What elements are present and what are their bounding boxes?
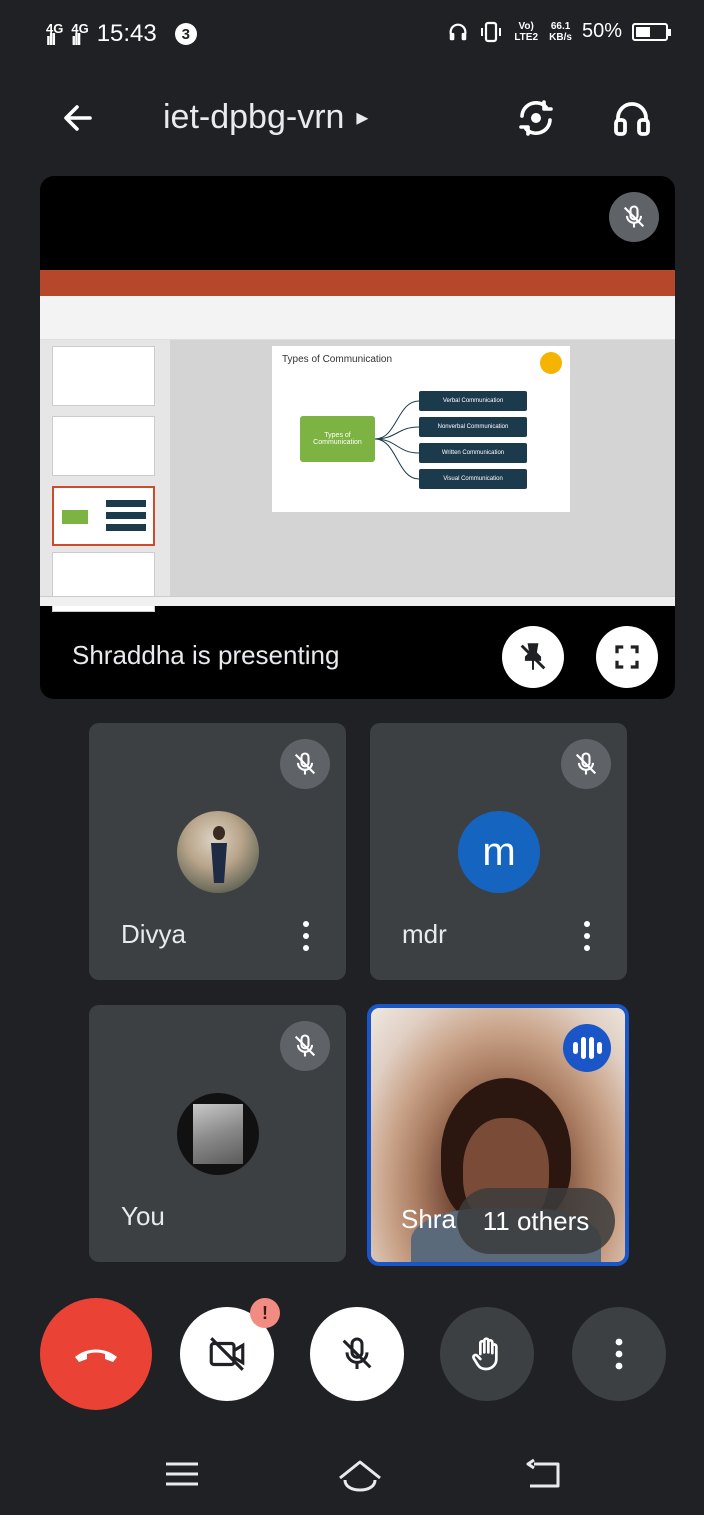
clock: 15:43 [96, 20, 157, 47]
battery-icon [632, 22, 671, 41]
thumb-slide [52, 416, 155, 476]
slide: Types of Communication Types of Communic… [272, 346, 570, 512]
presenting-label: Shraddha is presenting [72, 640, 340, 670]
thumb-slide-active [52, 486, 155, 546]
participant-tile-you[interactable]: You [89, 1005, 346, 1262]
speaking-indicator-icon [563, 1024, 611, 1072]
others-count-button[interactable]: 11 others [457, 1188, 615, 1254]
end-call-button[interactable] [40, 1298, 152, 1410]
ppt-slide-thumbnails [40, 340, 170, 612]
meeting-title[interactable]: iet-dpbg-vrn ▸ [163, 98, 368, 137]
status-right: Vo) LTE2 66.1 KB/s 50% [447, 20, 671, 43]
slide-branch-node: Nonverbal Communication [419, 417, 527, 437]
raise-hand-button[interactable] [440, 1307, 534, 1401]
more-vert-icon [615, 1338, 623, 1370]
unpin-button[interactable] [502, 626, 564, 688]
slide-branch-node: Written Communication [419, 443, 527, 463]
battery-percent: 50% [581, 20, 622, 42]
network-speed: 66.1 KB/s [549, 20, 572, 43]
camera-off-icon [209, 1337, 245, 1371]
volte-indicator: Vo) LTE2 [514, 20, 539, 43]
vibrate-icon [481, 21, 502, 42]
status-left: 4G ıll 4G ıll 15:43 3 [46, 20, 197, 48]
participant-options-button[interactable] [577, 917, 597, 955]
presentation-tile[interactable]: Types of Communication Types of Communic… [40, 176, 675, 699]
ppt-titlebar [40, 270, 675, 284]
unpin-icon [520, 643, 546, 670]
fullscreen-button[interactable] [596, 626, 658, 688]
fullscreen-icon [615, 645, 639, 669]
audio-output-headphones-icon[interactable] [610, 96, 654, 140]
mic-off-icon [294, 1034, 316, 1057]
raise-hand-icon [472, 1337, 498, 1371]
mic-off-icon [342, 1337, 372, 1369]
thumb-slide [52, 346, 155, 406]
battery-fill [636, 26, 650, 37]
recent-apps-icon[interactable] [158, 1454, 206, 1494]
more-options-button[interactable] [572, 1307, 666, 1401]
slide-center-node: Types of Communication [300, 416, 375, 462]
ppt-ribbon [40, 296, 675, 340]
end-call-icon [75, 1349, 117, 1362]
participant-options-button[interactable] [296, 917, 316, 955]
participant-name: Divya [121, 919, 187, 949]
mic-off-icon [575, 752, 597, 775]
presenter-mic-off-indicator [609, 192, 659, 242]
participant-mic-off-indicator [280, 739, 330, 789]
camera-warning-badge: ! [250, 1298, 280, 1328]
participant-mic-off-indicator [561, 739, 611, 789]
ppt-ribbon-tabs [40, 284, 675, 296]
slide-branch-node: Verbal Communication [419, 391, 527, 411]
signal-icon-2: 4G ıll [71, 20, 89, 49]
shared-screen: Types of Communication Types of Communic… [40, 270, 675, 612]
mic-off-icon [294, 752, 316, 775]
slide-branch-node: Visual Communication [419, 469, 527, 489]
signal-icon-1: 4G ıll [46, 20, 64, 49]
mic-toggle-button[interactable] [310, 1307, 404, 1401]
participant-tile-mdr[interactable]: m mdr [370, 723, 627, 980]
avatar [177, 1093, 259, 1175]
switch-camera-icon[interactable] [514, 96, 558, 140]
avatar [177, 811, 259, 893]
expand-arrow-icon: ▸ [356, 104, 369, 131]
avatar: m [458, 811, 540, 893]
participant-tile-divya[interactable]: Divya [89, 723, 346, 980]
participant-name: mdr [402, 919, 447, 949]
participant-name: You [121, 1201, 165, 1231]
notification-badge: 3 [174, 23, 197, 45]
meeting-header: iet-dpbg-vrn ▸ [0, 80, 704, 160]
avatar-initial: m [482, 829, 516, 874]
status-bar: 4G ıll 4G ıll 15:43 3 Vo) LTE2 66.1 KB/s 50… [0, 0, 704, 70]
ppt-status-bar [40, 596, 675, 606]
mic-off-icon [623, 205, 645, 228]
speaker-name: Shra [401, 1204, 456, 1234]
back-nav-icon[interactable] [520, 1454, 568, 1494]
headphones-status-icon [449, 23, 467, 40]
home-icon[interactable] [336, 1454, 384, 1494]
system-nav-bar [0, 1440, 704, 1515]
participant-mic-off-indicator [280, 1021, 330, 1071]
meeting-code: iet-dpbg-vrn [163, 98, 345, 136]
back-arrow-icon[interactable] [58, 98, 98, 138]
